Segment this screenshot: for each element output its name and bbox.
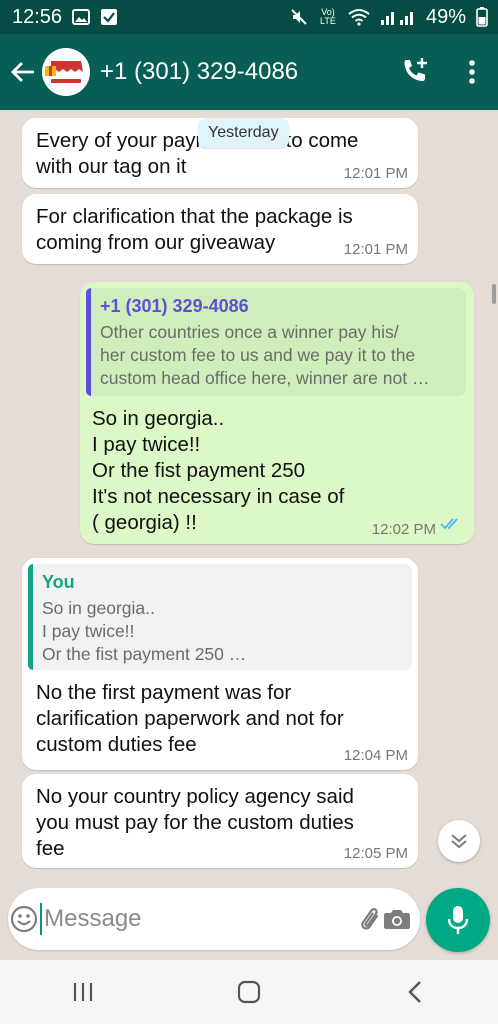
message-composer xyxy=(8,888,420,950)
emoji-button[interactable] xyxy=(8,905,40,933)
double-chevron-down-icon xyxy=(451,834,467,849)
camera-button[interactable] xyxy=(382,907,412,931)
contact-avatar[interactable] xyxy=(42,48,90,96)
back-arrow-icon xyxy=(11,62,34,82)
message-time: 12:05 PM xyxy=(343,845,408,862)
quoted-message[interactable]: +1 (301) 329-4086 Other countries once a… xyxy=(86,288,466,396)
more-options-button[interactable] xyxy=(452,34,492,110)
home-icon xyxy=(237,980,261,1004)
message-text: No the first payment was for clarificati… xyxy=(36,681,344,756)
battery-percent: 49% xyxy=(425,5,466,28)
signal-icon xyxy=(380,9,416,25)
phone-plus-icon xyxy=(404,58,427,81)
quote-accent-bar xyxy=(86,288,91,396)
message-time: 12:04 PM xyxy=(343,747,408,764)
checkbox-notification-icon xyxy=(100,8,118,26)
chat-area[interactable]: Every of your payment has to come with o… xyxy=(0,110,498,880)
gallery-notification-icon xyxy=(72,9,91,25)
add-call-button[interactable] xyxy=(390,34,440,110)
battery-icon xyxy=(476,7,488,27)
message-time: 12:01 PM xyxy=(343,241,408,258)
home-button[interactable] xyxy=(209,960,289,1024)
message-time: 12:01 PM xyxy=(343,165,408,182)
back-button[interactable] xyxy=(4,34,42,110)
incoming-message[interactable]: No your country policy agency said you m… xyxy=(22,774,418,868)
message-input[interactable] xyxy=(40,903,355,935)
more-vert-icon xyxy=(469,60,475,84)
mute-icon xyxy=(290,8,308,26)
attach-button[interactable] xyxy=(354,905,382,933)
status-bar: 12:56 Vo) LTE 49% xyxy=(0,0,498,34)
recent-apps-icon xyxy=(73,983,93,1001)
date-chip: Yesterday xyxy=(198,118,289,148)
quote-accent-bar xyxy=(28,564,33,670)
wifi-icon xyxy=(348,8,370,26)
camera-icon xyxy=(384,910,411,929)
quote-author: +1 (301) 329-4086 xyxy=(100,296,249,316)
back-chevron-icon xyxy=(408,981,421,1003)
quote-text: Other countries once a winner pay his/ h… xyxy=(100,322,430,388)
incoming-message[interactable]: For clarification that the package is co… xyxy=(22,194,418,264)
incoming-message[interactable]: You So in georgia.. I pay twice!! Or the… xyxy=(22,558,418,770)
back-nav-button[interactable] xyxy=(375,960,455,1024)
scroll-to-bottom-button[interactable] xyxy=(438,820,480,862)
message-text: So in georgia.. I pay twice!! Or the fis… xyxy=(92,407,345,534)
read-ticks-icon xyxy=(440,517,462,535)
paperclip-icon xyxy=(361,908,379,930)
scrollbar-thumb[interactable] xyxy=(492,284,496,304)
outgoing-message[interactable]: +1 (301) 329-4086 Other countries once a… xyxy=(80,282,474,544)
chat-header: +1 (301) 329-4086 xyxy=(0,34,498,110)
message-time: 12:02 PM xyxy=(371,521,436,538)
microphone-icon xyxy=(447,906,469,934)
contact-title[interactable]: +1 (301) 329-4086 xyxy=(100,58,390,86)
emoji-icon xyxy=(10,905,38,933)
network-label: Vo) LTE xyxy=(320,7,336,26)
quote-author: You xyxy=(42,572,75,592)
recent-apps-button[interactable] xyxy=(43,960,123,1024)
quote-text: So in georgia.. I pay twice!! Or the fis… xyxy=(42,598,247,664)
quoted-message[interactable]: You So in georgia.. I pay twice!! Or the… xyxy=(28,564,412,670)
voice-message-button[interactable] xyxy=(426,888,490,952)
system-nav-bar xyxy=(0,960,498,1024)
status-time: 12:56 xyxy=(12,5,63,28)
